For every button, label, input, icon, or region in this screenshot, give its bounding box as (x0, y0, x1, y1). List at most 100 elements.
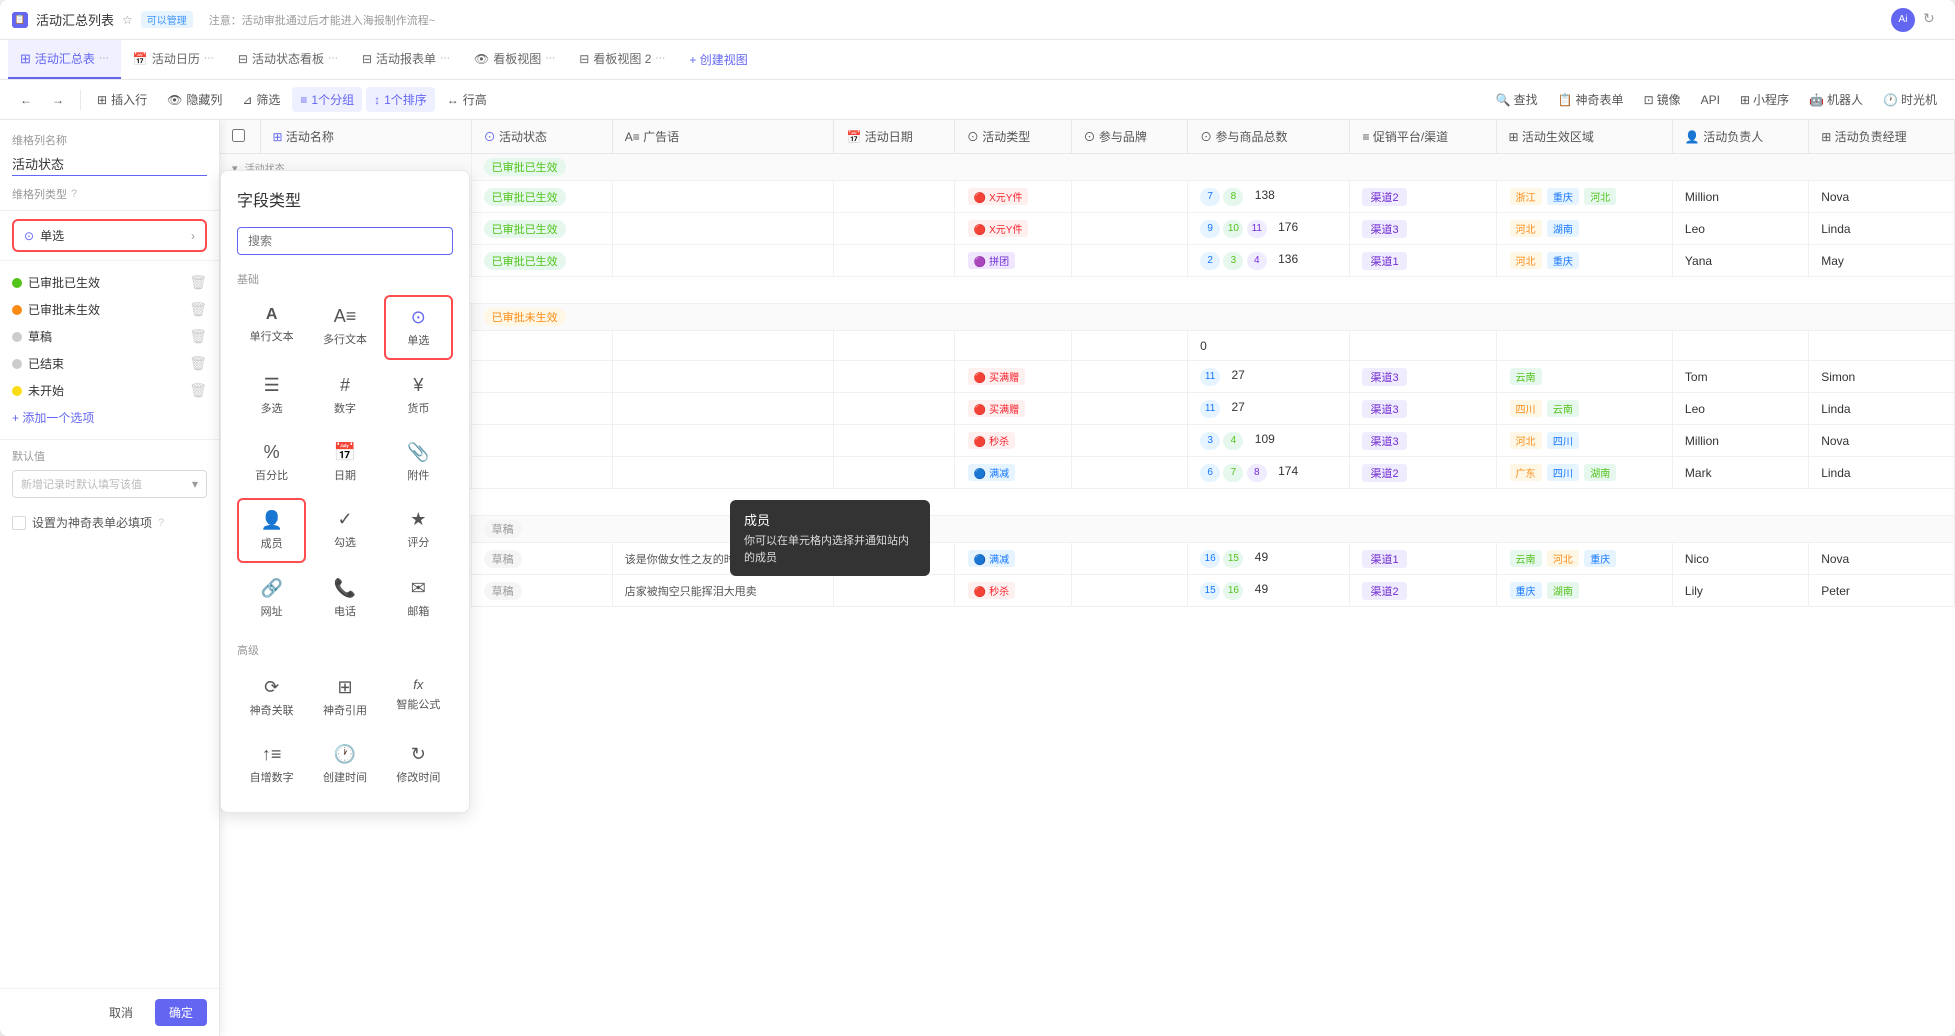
confirm-button[interactable]: 确定 (155, 999, 207, 1026)
region-badge: 重庆 (1547, 188, 1579, 205)
magic-form-btn[interactable]: 📋 神奇表单 (1552, 88, 1630, 111)
default-value-select[interactable]: 新增记录时默认填写该值 ▾ (12, 470, 207, 498)
tab-add-view[interactable]: + 创建视图 (677, 40, 759, 79)
region-badge: 河北 (1510, 252, 1542, 269)
url-icon: 🔗 (260, 578, 282, 599)
delete-option-5[interactable]: 🗑 (189, 382, 207, 399)
filter-icon: ⊿ (242, 93, 252, 107)
type-number[interactable]: # 数字 (310, 364, 379, 427)
th-date[interactable]: 📅 活动日期 (834, 120, 954, 154)
type-percent[interactable]: % 百分比 (237, 431, 306, 494)
type-rating[interactable]: ★ 评分 (384, 498, 453, 563)
star-icon[interactable]: ☆ (122, 13, 133, 27)
th-checkbox[interactable] (220, 120, 260, 154)
option-approved-inactive[interactable]: 已审批未生效 🗑 (0, 296, 219, 323)
timemachine-icon: 🕐 (1883, 93, 1898, 107)
option-ended[interactable]: 已结束 🗑 (0, 350, 219, 377)
type-url[interactable]: 🔗 网址 (237, 567, 306, 630)
undo-btn[interactable]: ← (12, 89, 40, 111)
sort-btn[interactable]: ↕ 1个排序 (366, 87, 435, 112)
hide-col-btn[interactable]: 👁 隐藏列 (159, 87, 230, 112)
row-height-btn[interactable]: ↔ 行高 (439, 87, 495, 112)
type-currency[interactable]: ¥ 货币 (384, 364, 453, 427)
type-checkbox[interactable]: ✓ 勾选 (310, 498, 379, 563)
num-badge: 11 (1200, 400, 1220, 418)
delete-option-2[interactable]: 🗑 (189, 301, 207, 318)
tab-summary[interactable]: ⊞ 活动汇总表 ⋯ (8, 40, 121, 79)
tab-kanban-more[interactable]: ⋯ (328, 53, 338, 64)
filter-btn[interactable]: ⊿ 筛选 (234, 87, 288, 112)
panel-search (221, 219, 469, 263)
th-ad[interactable]: A≡ 广告语 (612, 120, 834, 154)
delete-option-4[interactable]: 🗑 (189, 355, 207, 372)
tab-board-view[interactable]: 👁 看板视图 ⋯ (462, 40, 567, 79)
timemachine-btn[interactable]: 🕐 时光机 (1877, 88, 1943, 111)
type-selector-inner[interactable]: ⊙ 单选 › (12, 219, 207, 252)
th-activity-name[interactable]: ⊞ 活动名称 (260, 120, 471, 154)
type-phone[interactable]: 📞 电话 (310, 567, 379, 630)
tab-report[interactable]: ⊟ 活动报表单 ⋯ (350, 40, 462, 79)
miniapp-btn[interactable]: ⊞ 小程序 (1734, 88, 1795, 111)
type-formula[interactable]: fx 智能公式 (384, 666, 453, 729)
type-multiline[interactable]: A≡ 多行文本 (310, 295, 379, 360)
th-manager[interactable]: ⊞ 活动负责经理 (1809, 120, 1955, 154)
th-status[interactable]: ⊙ 活动状态 (471, 120, 612, 154)
tab-more-icon[interactable]: ⋯ (99, 53, 109, 64)
required-help-icon[interactable]: ? (158, 517, 164, 529)
th-owner[interactable]: 👤 活动负责人 (1672, 120, 1808, 154)
th-region[interactable]: ⊞ 活动生效区域 (1496, 120, 1672, 154)
robot-btn[interactable]: 🤖 机器人 (1803, 88, 1869, 111)
th-product-count[interactable]: ⊙ 参与商品总数 (1188, 120, 1350, 154)
default-placeholder: 新增记录时默认填写该值 (21, 476, 142, 492)
redo-btn[interactable]: → (44, 89, 72, 111)
type-auto-num[interactable]: ↑≡ 自增数字 (237, 733, 306, 796)
mirror-btn[interactable]: ⊡ 镜像 (1638, 88, 1687, 111)
tab-board-view2[interactable]: ⊟ 看板视图 2 ⋯ (567, 40, 677, 79)
type-member[interactable]: 👤 成员 (237, 498, 306, 563)
refresh-icon[interactable]: ↻ (1923, 10, 1943, 30)
auto-num-label: 自增数字 (250, 769, 294, 785)
tab-report-more[interactable]: ⋯ (440, 53, 450, 64)
group-btn[interactable]: ≡ 1个分组 (292, 87, 362, 112)
type-multi-select[interactable]: ☰ 多选 (237, 364, 306, 427)
email-icon: ✉ (411, 578, 426, 599)
tab-more-icon2[interactable]: ⋯ (204, 53, 214, 64)
activity-type: 🔴 买满赠 (968, 368, 1025, 385)
type-attachment[interactable]: 📎 附件 (384, 431, 453, 494)
type-text[interactable]: A 单行文本 (237, 295, 306, 360)
type-selector[interactable]: ⊙ 单选 › (12, 219, 207, 252)
select-all-checkbox[interactable] (232, 129, 245, 142)
tab-kanban[interactable]: ⊟ 活动状态看板 ⋯ (226, 40, 350, 79)
option-draft[interactable]: 草稿 🗑 (0, 323, 219, 350)
region-badge: 湖南 (1547, 582, 1579, 599)
type-magic-link[interactable]: ⟳ 神奇关联 (237, 666, 306, 729)
search-btn[interactable]: 🔍 查找 (1490, 88, 1544, 111)
option-approved-active[interactable]: 已审批已生效 🗑 (0, 269, 219, 296)
num-badge: 8 (1223, 188, 1243, 206)
delete-option-3[interactable]: 🗑 (189, 328, 207, 345)
required-checkbox[interactable] (12, 516, 26, 530)
tab-board2-more[interactable]: ⋯ (655, 53, 665, 64)
api-btn[interactable]: API (1695, 90, 1726, 110)
type-modify-time[interactable]: ↻ 修改时间 (384, 733, 453, 796)
type-email[interactable]: ✉ 邮箱 (384, 567, 453, 630)
type-magic-ref[interactable]: ⊞ 神奇引用 (310, 666, 379, 729)
delete-option-1[interactable]: 🗑 (189, 274, 207, 291)
type-date[interactable]: 📅 日期 (310, 431, 379, 494)
th-platform[interactable]: ≡ 促销平台/渠道 (1350, 120, 1496, 154)
tab-calendar[interactable]: 📅 活动日历 ⋯ (121, 40, 226, 79)
option-not-started[interactable]: 未开始 🗑 (0, 377, 219, 404)
table-container[interactable]: ⊞ 活动名称 ⊙ 活动状态 A≡ 广告语 📅 (220, 120, 1955, 1036)
type-create-time[interactable]: 🕐 创建时间 (310, 733, 379, 796)
th-brand[interactable]: ⊙ 参与品牌 (1071, 120, 1188, 154)
cancel-button[interactable]: 取消 (95, 999, 147, 1026)
add-option-btn[interactable]: + 添加一个选项 (0, 404, 219, 431)
type-single-select[interactable]: ⊙ 单选 (384, 295, 453, 360)
type-search-input[interactable] (237, 227, 453, 255)
insert-row-btn[interactable]: ⊞ 插入行 (89, 87, 155, 112)
hide-icon: 👁 (167, 93, 182, 107)
tab-board-more[interactable]: ⋯ (545, 53, 555, 64)
field-name-input[interactable] (12, 152, 207, 176)
single-select-icon: ⊙ (24, 229, 34, 243)
th-type[interactable]: ⊙ 活动类型 (954, 120, 1071, 154)
